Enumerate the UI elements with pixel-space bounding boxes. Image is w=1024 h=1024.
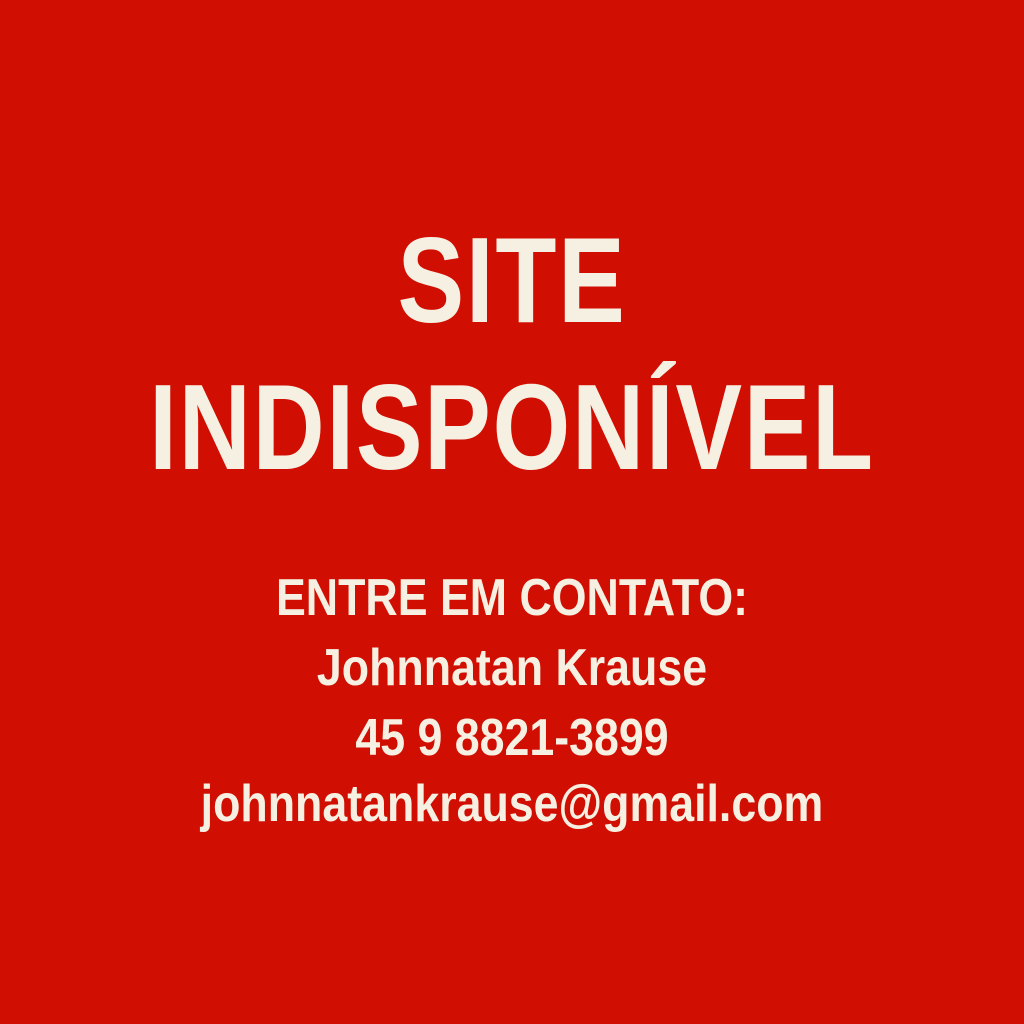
headline-unavailable: INDISPONÍVEL <box>149 359 875 495</box>
contact-heading: ENTRE EM CONTATO: <box>275 569 749 627</box>
contact-phone: 45 9 8821-3899 <box>355 709 669 767</box>
unavailable-notice: SITE INDISPONÍVEL ENTRE EM CONTATO: John… <box>0 0 1024 1024</box>
headline-site: SITE <box>397 212 627 348</box>
contact-email: johnnatankrause@gmail.com <box>200 775 824 833</box>
contact-name: Johnnatan Krause <box>316 639 708 697</box>
